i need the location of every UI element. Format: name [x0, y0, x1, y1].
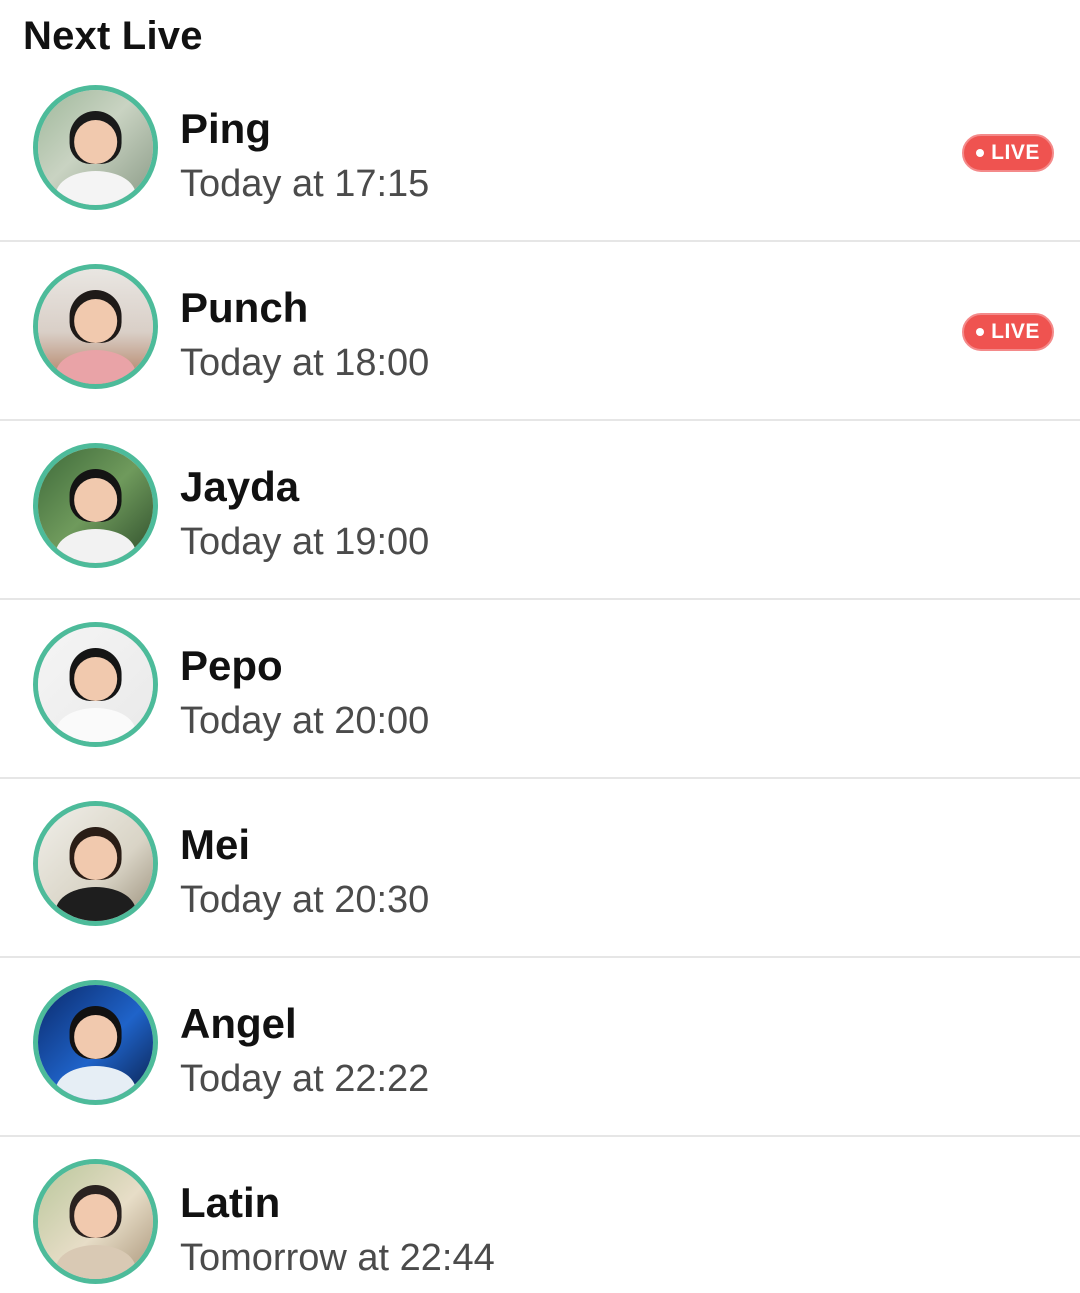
list-item[interactable]: Jayda Today at 19:00	[0, 421, 1080, 600]
avatar-photo	[38, 985, 153, 1100]
list-item[interactable]: Pepo Today at 20:00	[0, 600, 1080, 779]
list-item[interactable]: Angel Today at 22:22	[0, 958, 1080, 1137]
live-label: LIVE	[991, 320, 1040, 343]
avatar[interactable]	[33, 980, 158, 1105]
next-live-list: Ping Today at 17:15 LIVE Punch Today at …	[0, 63, 1080, 1293]
avatar-photo	[38, 1164, 153, 1279]
schedule-time: Today at 22:22	[180, 1058, 430, 1100]
avatar[interactable]	[33, 85, 158, 210]
avatar-photo	[38, 806, 153, 921]
list-item[interactable]: Mei Today at 20:30	[0, 779, 1080, 958]
live-badge[interactable]: LIVE	[962, 134, 1054, 172]
avatar[interactable]	[33, 264, 158, 389]
streamer-name: Ping	[180, 105, 271, 152]
avatar-photo	[38, 90, 153, 205]
avatar-photo	[38, 269, 153, 384]
avatar-photo	[38, 448, 153, 563]
live-label: LIVE	[991, 141, 1040, 164]
live-badge[interactable]: LIVE	[962, 313, 1054, 351]
streamer-name: Angel	[180, 1000, 297, 1047]
list-item[interactable]: Latin Tomorrow at 22:44	[0, 1137, 1080, 1293]
live-dot-icon	[976, 149, 985, 157]
list-item[interactable]: Punch Today at 18:00 LIVE	[0, 242, 1080, 421]
avatar[interactable]	[33, 801, 158, 926]
schedule-time: Today at 18:00	[180, 342, 430, 384]
streamer-name: Mei	[180, 821, 251, 868]
streamer-name: Jayda	[180, 463, 300, 510]
list-item[interactable]: Ping Today at 17:15 LIVE	[0, 63, 1080, 242]
schedule-time: Tomorrow at 22:44	[180, 1237, 495, 1279]
streamer-name: Latin	[180, 1179, 281, 1226]
schedule-time: Today at 17:15	[180, 163, 430, 205]
avatar[interactable]	[33, 622, 158, 747]
schedule-time: Today at 20:00	[180, 700, 430, 742]
avatar[interactable]	[33, 1159, 158, 1284]
streamer-name: Punch	[180, 284, 309, 331]
page-title: Next Live	[23, 14, 203, 58]
live-dot-icon	[976, 328, 985, 336]
schedule-time: Today at 19:00	[180, 521, 430, 563]
avatar-photo	[38, 627, 153, 742]
streamer-name: Pepo	[180, 642, 283, 689]
schedule-time: Today at 20:30	[180, 879, 430, 921]
avatar[interactable]	[33, 443, 158, 568]
